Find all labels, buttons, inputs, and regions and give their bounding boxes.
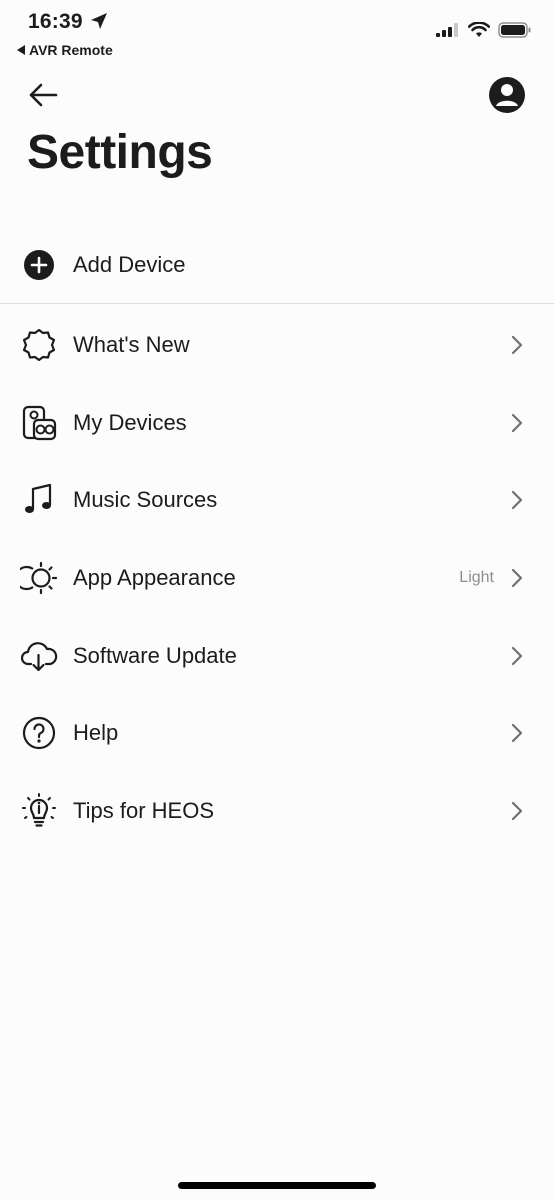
wifi-icon: [468, 22, 490, 37]
back-app-label: AVR Remote: [29, 42, 113, 58]
menu-item-label: Help: [73, 720, 119, 746]
menu-item-help[interactable]: Help: [0, 694, 554, 772]
chevron-right-icon: [511, 491, 523, 510]
menu-item-software-update[interactable]: Software Update: [0, 617, 554, 695]
menu-item-whats-new[interactable]: What's New: [0, 306, 554, 384]
chevron-right-icon: [511, 801, 523, 821]
chevron-right-icon: [511, 568, 523, 588]
chevron-right-icon: [511, 335, 523, 354]
appearance-value: Light: [459, 568, 494, 586]
add-device-button[interactable]: Add Device: [0, 226, 554, 304]
chevron-right-icon: [511, 413, 523, 432]
status-bar: 16:39 AVR Remote: [0, 0, 554, 64]
menu-item-tips[interactable]: Tips for HEOS: [0, 772, 554, 850]
menu-item-label: What's New: [73, 331, 190, 357]
back-triangle-icon: [17, 45, 25, 55]
chevron-right-icon: [511, 646, 523, 665]
cellular-signal-icon: [436, 23, 458, 37]
menu-item-app-appearance[interactable]: App Appearance Light: [0, 539, 554, 617]
music-note-icon: [20, 481, 58, 519]
status-time: 16:39: [28, 10, 83, 33]
menu-item-label: Music Sources: [73, 487, 218, 513]
speaker-icon: [20, 404, 58, 442]
cloud-download-icon: [20, 637, 58, 675]
add-circle-icon: [20, 246, 58, 284]
menu-item-label: My Devices: [73, 409, 187, 435]
page-title: Settings: [27, 126, 213, 179]
menu-item-label: Tips for HEOS: [73, 797, 214, 823]
account-icon[interactable]: [488, 76, 526, 114]
back-arrow-icon[interactable]: [26, 78, 60, 112]
add-device-label: Add Device: [73, 252, 186, 277]
chevron-right-icon: [511, 724, 523, 743]
lightbulb-icon: [20, 792, 58, 830]
badge-icon: [20, 326, 58, 364]
back-to-app-link[interactable]: AVR Remote: [17, 42, 113, 58]
appearance-icon: [20, 559, 58, 597]
battery-icon: [498, 22, 531, 38]
help-icon: [20, 714, 58, 752]
menu-item-label: App Appearance: [73, 564, 236, 590]
menu-item-my-devices[interactable]: My Devices: [0, 384, 554, 462]
settings-menu: What's New My Devices Music Sources App …: [0, 306, 554, 850]
location-arrow-icon: [91, 13, 107, 29]
menu-item-music-sources[interactable]: Music Sources: [0, 461, 554, 539]
system-icons: [436, 22, 532, 38]
divider: [0, 303, 554, 304]
menu-item-label: Software Update: [73, 642, 237, 668]
home-indicator: [178, 1182, 376, 1189]
